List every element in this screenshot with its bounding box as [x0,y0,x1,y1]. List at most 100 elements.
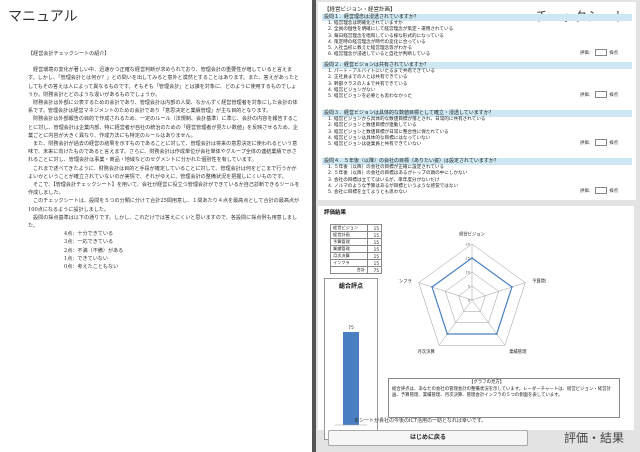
score-input[interactable] [595,90,608,98]
scoring-criterion: 2点：不満（不備）がある [64,247,124,254]
score-label: 評価： [580,50,594,56]
option-text: パート・アルバイトにいたるまで共有できている [334,69,436,74]
radar-axis-label: 経営ビジョン [459,231,485,238]
option-text: 全員の個性を明確にして経営理念が策定・運用されている [334,27,454,33]
score-value: 15 [367,252,382,260]
option-text: ５年後（以降）の会社の目標はあるがトップの頭の中にしかない [334,171,468,177]
total-score-title: 総合評点 [338,283,363,290]
radar-axis-label: 月次決算 [418,348,436,355]
question-block: 設問２．経営ビジョンは共有されていますか？ 1. パート・アルバイトにいたるまで共有… [322,62,632,100]
option-text: 経営ビジョンがない [334,87,376,93]
option-text: 会社の目標は立ててはいるが、単年度分がないだけ [334,177,440,183]
score-table-row: 月次決算 15 [330,252,382,260]
option-text: 入社当初に教えた経営理念等がわかる [334,46,413,52]
option-text: ノルマのような予算はあるが目標というような感覚ではない [334,183,459,189]
score-category: 経営計画 [330,231,368,239]
score-table-row: 業績管理 15 [330,245,382,253]
total-score-value-label: 75 [348,325,354,331]
manual-document: 【経営会計チェックシートの紹介】 経営環境の変化が著しい中、迅速かつ正確な経営判… [28,50,300,271]
radar-spoke [418,282,473,301]
option-text: 経営理念が浸透していると自社が判断している [334,52,431,58]
question-label: 設問１．経営理念は浸透されていますか？ [322,14,632,21]
total-score-bar-svg: 75 [335,325,367,426]
check-panel: 【経営ビジョン・経営計画】 チェックシート 設問１．経営理念は浸透されていますか… [316,0,640,452]
option-text: 経営ビジョンと数値目標が日常に整合性に保たれている [334,129,449,135]
option-number: 5. [328,142,333,148]
radar-data-point [471,257,473,259]
manual-paragraph: これまで述べてきたように、財務会計は目的と手段が確定していることに対して、管理会… [28,165,297,180]
radar-spoke [471,282,526,301]
question-block: 設問１．経営理念は浸透されていますか？ 1. 経営理念は明確化されていますか 2. 全員… [322,14,632,59]
score-field: 評価： 採点 [580,48,618,56]
evaluation-result-label: 評価・結果 [564,431,625,445]
option-text: 会社に目標を立てようとも思わない [334,190,408,196]
score-suffix: 採点 [609,92,618,98]
graph-comment: 【グラフの見方】 総合評点は、あなたの会社の管理会計の整備状況を示しています。レ… [388,378,620,418]
option-text: 毎日経営理念を唱和している様な形式的になっている [334,33,444,39]
radar-tick-label: 10 [466,271,470,275]
manual-paragraph: そこで、【管理会計チェックシート】を用いて、会社が経営に役立つ管理会計ができてい… [28,182,300,197]
score-value: 15 [367,238,382,246]
check-sheet: 【経営ビジョン・経営計画】 チェックシート 設問１．経営理念は浸透されていますか… [318,2,636,200]
score-suffix: 採点 [609,188,618,194]
score-field: 評価： 採点 [580,90,618,98]
score-value: 15 [367,245,382,253]
score-value: 15 [367,224,382,232]
score-input[interactable] [595,138,608,146]
manual-paragraph: また、財務会計が過去の経営の結果を示すものであることに対して、管理会計は将来の意… [28,141,298,164]
radar-axis-label: インフラ [398,278,412,284]
score-label: 評価： [580,188,594,194]
option-number: 5. [328,94,333,100]
closing-message: 本シートが貴社の今後のICT活用の一助となれば幸いです。 [354,418,487,424]
score-input[interactable] [595,48,608,56]
score-table-row: 経営計画 15 [330,231,382,239]
option-text: 経営理念は明確化されていますか [334,21,403,26]
manual-paragraph: 経営環境の変化が著しい中、迅速かつ正確な経営判断が求められており、管理会計の重要… [28,67,300,98]
scoring-criterion: 3点：一応できている [64,239,114,246]
radar-axis-label: 予算管理 [532,277,546,284]
radar-axis-label: 業績管理 [509,348,527,355]
question-label: 設問４．５年後（以降）の会社の目標（ありたい姿）は設定されていますか？ [322,158,632,165]
score-input[interactable] [595,186,608,194]
radar-data-point [495,333,498,335]
score-table-row: インフラ 15 [330,259,382,267]
evaluation-title: 評価結果 [324,210,347,216]
total-score-chart: 総合評点 75 [324,278,378,440]
scoring-criterion: 4点：十分できている [64,231,114,238]
option-text: 経営ビジョンを必要とも思わなかった [334,94,413,100]
score-table-row: 合計 75 [330,266,382,274]
score-label: 評価： [580,92,594,98]
score-field: 評価： 採点 [580,186,618,194]
score-category: 月次決算 [330,252,368,260]
manual-heading: 【経営会計チェックシートの紹介】 [28,51,110,57]
option-text: ５年後（以降）の会社の目標が正確に設定されている [334,165,445,170]
question-label: 設問２．経営ビジョンは共有されていますか？ [322,62,632,69]
score-value: 75 [367,266,382,274]
scoring-criterion: 1点：できていない [64,255,108,262]
manual-paragraph: 財務会計は外部に公表するための会計であり、管理会計は内部の人間、なかんずく経営管… [28,100,298,115]
score-label: 評価： [580,140,594,146]
option-number: 6. [328,52,333,58]
option-text: 経営ビジョンと数値目標が連動している [334,123,417,129]
comment-title: 【グラフの見方】 [469,380,505,385]
option-text: 幹部クラスの人まで共有できている [334,81,408,87]
score-table-row: 予算管理 15 [330,238,382,246]
score-value: 15 [367,259,382,267]
total-score-bar [343,332,359,425]
score-category: 経営ビジョン [330,224,368,232]
radar-data-point [431,286,433,288]
option-text: 経営ビジョンは具体的な目標にはなっていない [334,135,431,141]
manual-paragraph: 設問の採点基準は以下の通りです。しかし、これだけでは答えにくいと思いますので、各… [28,214,298,230]
score-field: 評価： 採点 [580,138,618,146]
radar-data-point [446,333,449,335]
comment-body: 総合評点は、あなたの会社の管理会計の整備状況を示しています。レーダーチャートは、… [392,387,611,398]
question-label: 設問３．経営ビジョンは具体的な数値目標として確立・浸透していますか？ [322,110,632,117]
manual-panel: マニュアル 【経営会計チェックシートの紹介】 経営環境の変化が著しい中、迅速かつ… [0,0,312,452]
back-to-start-button[interactable]: はじめに戻る [328,430,528,446]
option-text: 策定時の経営理念が時代の変化に合っている [334,39,426,45]
sheet-header: 【経営ビジョン・経営計画】 [324,7,396,13]
score-category: インフラ [330,259,368,267]
score-suffix: 採点 [609,50,618,56]
radar-tick-label: 5 [468,285,470,289]
manual-title: マニュアル [8,9,78,25]
